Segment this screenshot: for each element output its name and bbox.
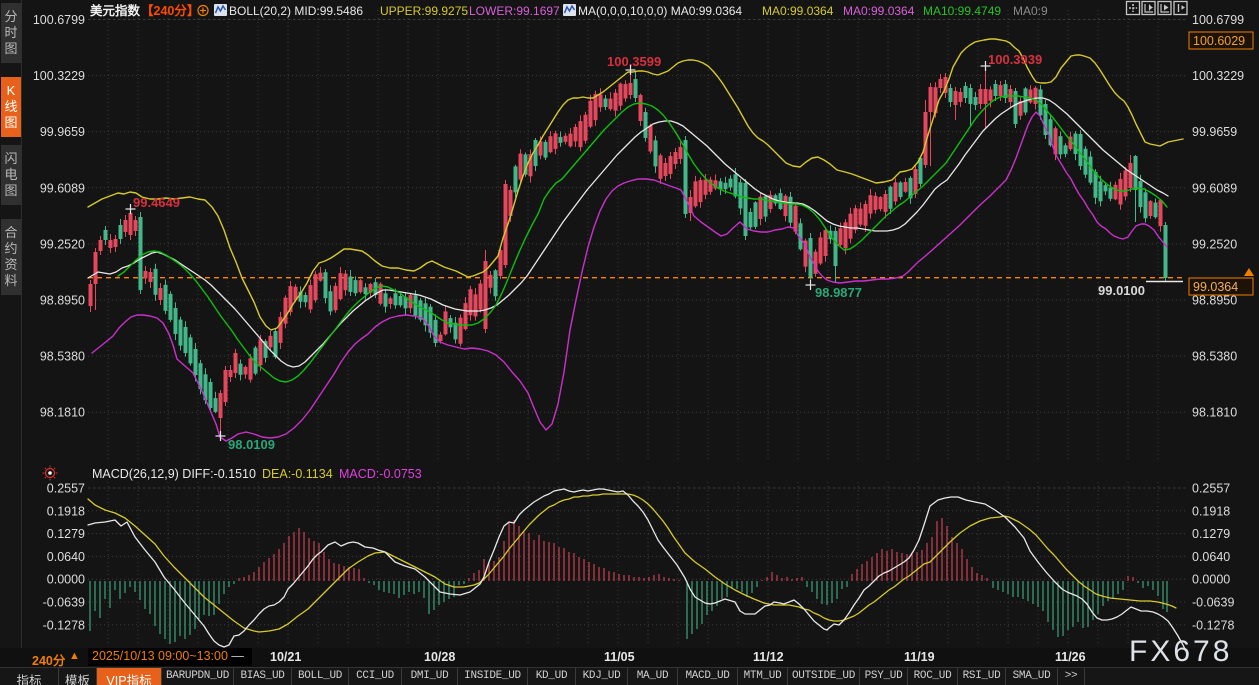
svg-text:0.1918: 0.1918 <box>47 504 85 518</box>
svg-text:-0.0639: -0.0639 <box>43 596 85 610</box>
svg-text:100.3599: 100.3599 <box>607 54 661 69</box>
svg-text:-0.0639: -0.0639 <box>1192 596 1234 610</box>
svg-text:98.8950: 98.8950 <box>40 294 85 308</box>
svg-text:98.1810: 98.1810 <box>1192 406 1237 420</box>
svg-text:0.1279: 0.1279 <box>47 527 85 541</box>
svg-text:0.2557: 0.2557 <box>47 482 85 496</box>
svg-text:98.9877: 98.9877 <box>815 285 862 300</box>
svg-text:99.2520: 99.2520 <box>1192 237 1237 251</box>
svg-text:99.0100: 99.0100 <box>1098 283 1145 298</box>
svg-text:98.5380: 98.5380 <box>40 350 85 364</box>
svg-text:98.0109: 98.0109 <box>228 437 275 452</box>
svg-text:LOWER:99.1697: LOWER:99.1697 <box>469 4 560 18</box>
svg-text:100.6029: 100.6029 <box>1193 34 1245 48</box>
svg-text:BOLL(20,2) MID:99.5486: BOLL(20,2) MID:99.5486 <box>229 4 363 18</box>
svg-text:99.4649: 99.4649 <box>133 195 180 210</box>
svg-text:0.0000: 0.0000 <box>47 573 85 587</box>
svg-text:98.8950: 98.8950 <box>1192 294 1237 308</box>
svg-text:99.9659: 99.9659 <box>40 125 85 139</box>
svg-text:MACD:-0.0753: MACD:-0.0753 <box>339 467 422 481</box>
svg-text:MA0:9: MA0:9 <box>1013 4 1048 18</box>
svg-text:美元指数: 美元指数 <box>90 3 141 18</box>
svg-text:UPPER:99.9275: UPPER:99.9275 <box>380 4 468 18</box>
svg-text:0.0000: 0.0000 <box>1192 573 1230 587</box>
svg-text:99.9659: 99.9659 <box>1192 125 1237 139</box>
svg-text:0.2557: 0.2557 <box>1192 482 1230 496</box>
svg-text:99.6089: 99.6089 <box>40 181 85 195</box>
svg-text:99.0364: 99.0364 <box>1193 280 1238 294</box>
svg-text:MA10:99.4749: MA10:99.4749 <box>923 4 1001 18</box>
svg-text:100.3229: 100.3229 <box>33 69 85 83</box>
svg-text:0.0640: 0.0640 <box>1192 550 1230 564</box>
svg-text:MA0:99.0364: MA0:99.0364 <box>762 4 834 18</box>
svg-text:100.6799: 100.6799 <box>33 13 85 27</box>
svg-text:-0.1278: -0.1278 <box>43 618 85 632</box>
svg-text:MACD(26,12,9) DIFF:-0.1510: MACD(26,12,9) DIFF:-0.1510 <box>92 467 256 481</box>
svg-text:100.6799: 100.6799 <box>1192 13 1244 27</box>
svg-text:DEA:-0.1134: DEA:-0.1134 <box>262 467 333 481</box>
svg-text:-0.1278: -0.1278 <box>1192 618 1234 632</box>
svg-text:0.0640: 0.0640 <box>47 550 85 564</box>
svg-text:MA(0,0,0,10,0,0) MA0:99.0364: MA(0,0,0,10,0,0) MA0:99.0364 <box>578 4 742 18</box>
svg-text:【240分】: 【240分】 <box>141 3 199 18</box>
svg-text:100.3229: 100.3229 <box>1192 69 1244 83</box>
svg-text:0.1279: 0.1279 <box>1192 527 1230 541</box>
svg-text:99.6089: 99.6089 <box>1192 181 1237 195</box>
svg-text:MA0:99.0364: MA0:99.0364 <box>843 4 915 18</box>
svg-text:98.5380: 98.5380 <box>1192 350 1237 364</box>
svg-text:0.1918: 0.1918 <box>1192 504 1230 518</box>
svg-text:100.3939: 100.3939 <box>988 52 1042 67</box>
svg-text:98.1810: 98.1810 <box>40 406 85 420</box>
svg-text:99.2520: 99.2520 <box>40 237 85 251</box>
